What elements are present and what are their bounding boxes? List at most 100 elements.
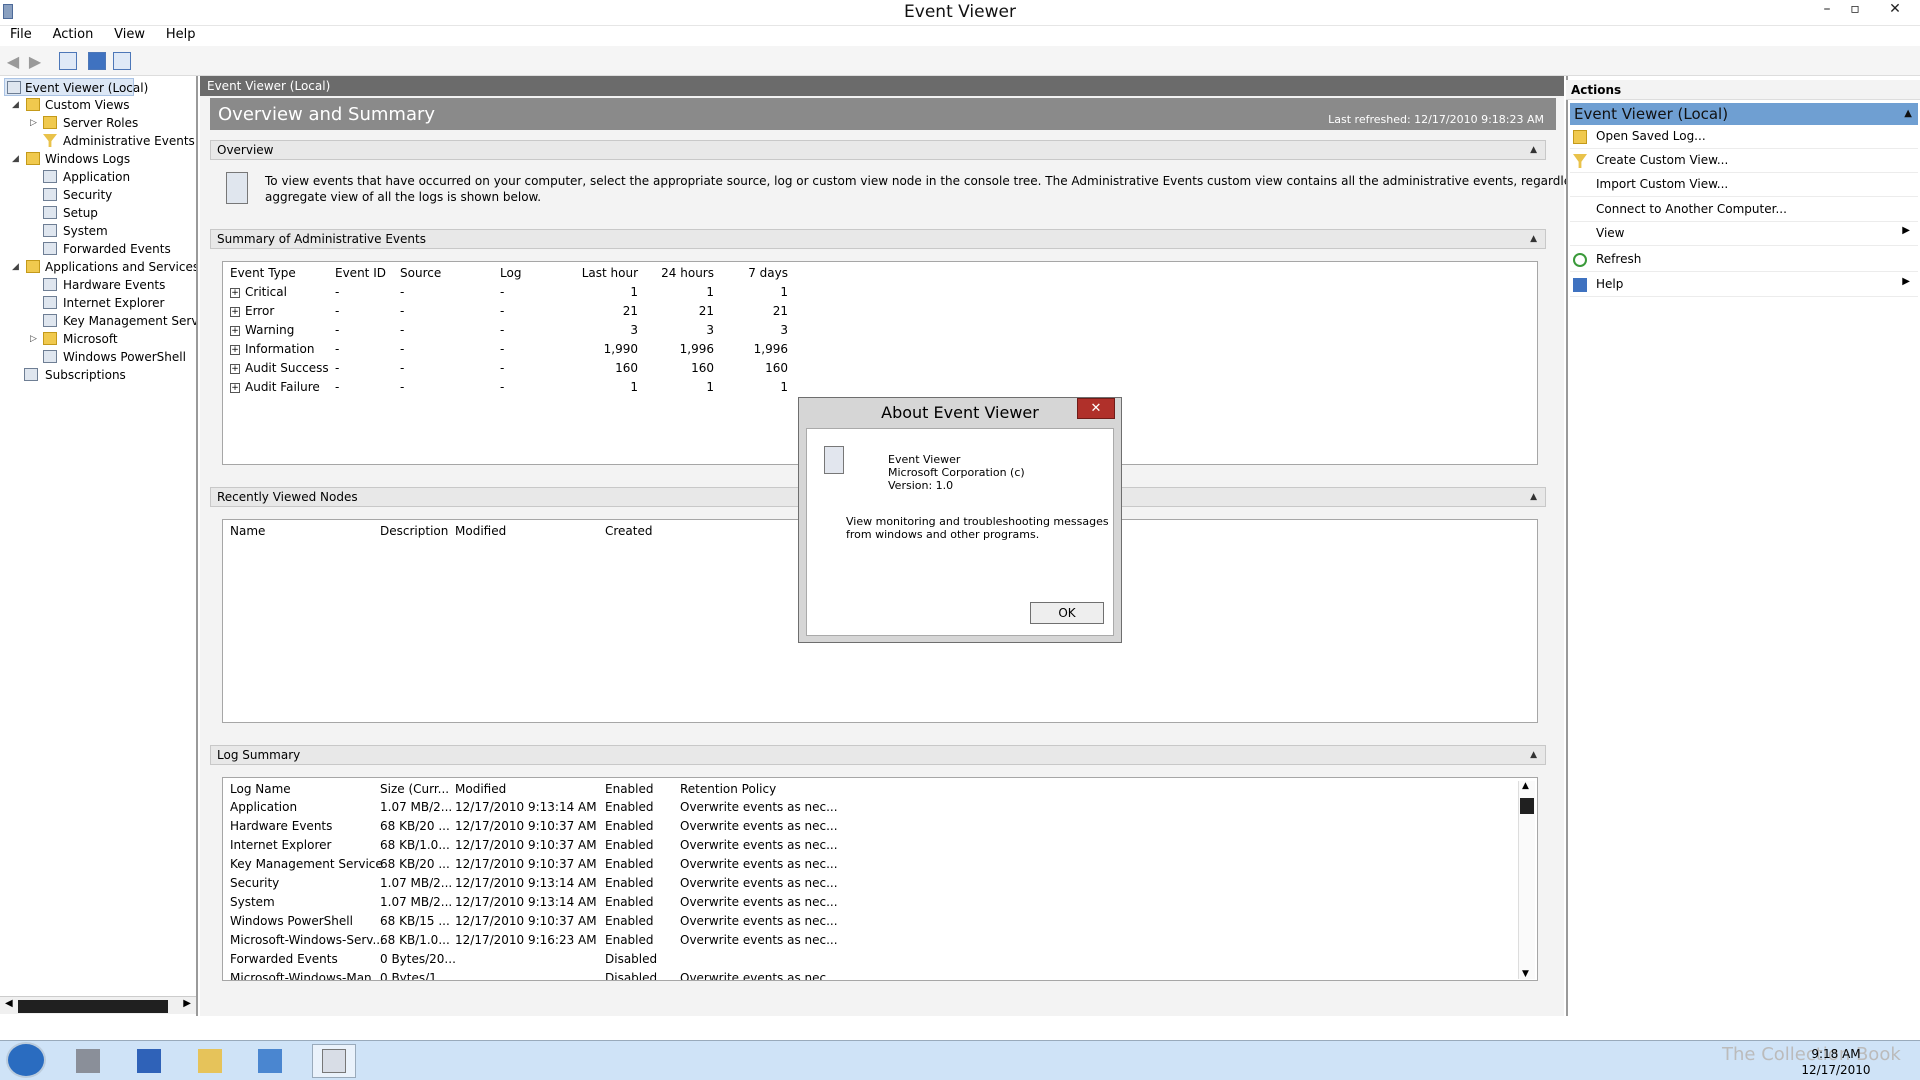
column-header-modified[interactable]: Modified bbox=[455, 523, 506, 539]
back-button[interactable]: ◀ bbox=[3, 51, 23, 71]
menu-action[interactable]: Action bbox=[46, 26, 101, 43]
summary-row-event-type[interactable]: + Audit Failure bbox=[230, 379, 320, 395]
expand-row-icon[interactable]: + bbox=[230, 307, 240, 317]
log-summary-row[interactable]: Windows PowerShell 68 KB/15 ... 12/17/2010… bbox=[222, 912, 1518, 931]
show-hide-action-pane-button[interactable] bbox=[112, 51, 132, 71]
tree-item-internet-explorer[interactable]: Internet Explorer bbox=[0, 294, 196, 312]
action-connect-to-another-computer[interactable]: Connect to Another Computer... bbox=[1570, 198, 1918, 222]
log-summary-row[interactable]: Microsoft-Windows-Serv... 68 KB/1.0... 12/… bbox=[222, 931, 1518, 950]
scroll-down-arrow-icon[interactable]: ▼ bbox=[1522, 969, 1529, 979]
summary-section-header[interactable]: Summary of Administrative Events ▲ bbox=[210, 229, 1546, 249]
column-header-log[interactable]: Log bbox=[500, 265, 521, 281]
overview-section-header[interactable]: Overview ▲ bbox=[210, 140, 1546, 160]
column-header-log-name[interactable]: Log Name bbox=[230, 781, 291, 797]
taskbar-powershell[interactable] bbox=[127, 1044, 171, 1078]
log-summary-row[interactable]: Security 1.07 MB/2... 12/17/2010 9:13:14 A… bbox=[222, 874, 1518, 893]
maximize-button[interactable]: ▫ bbox=[1842, 0, 1868, 20]
expand-row-icon[interactable]: + bbox=[230, 383, 240, 393]
tree-scroll-thumb[interactable] bbox=[18, 1000, 168, 1013]
minimize-button[interactable]: – bbox=[1814, 0, 1840, 20]
log-summary-row[interactable]: Application 1.07 MB/2... 12/17/2010 9:13:1… bbox=[222, 798, 1518, 817]
column-header-7-days[interactable]: 7 days bbox=[720, 265, 788, 281]
expand-row-icon[interactable]: + bbox=[230, 364, 240, 374]
log-summary-row[interactable]: Key Management Service 68 KB/20 ... 12/17/… bbox=[222, 855, 1518, 874]
column-header-source[interactable]: Source bbox=[400, 265, 441, 281]
scroll-left-arrow-icon[interactable]: ◀ bbox=[5, 998, 13, 1009]
column-header-event-type[interactable]: Event Type bbox=[230, 265, 296, 281]
collapse-section-icon[interactable]: ▲ bbox=[1530, 746, 1537, 764]
tree-item-security[interactable]: Security bbox=[0, 186, 196, 204]
column-header-description[interactable]: Description bbox=[380, 523, 448, 539]
scroll-right-arrow-icon[interactable]: ▶ bbox=[183, 998, 191, 1009]
summary-row-event-type[interactable]: + Error bbox=[230, 303, 274, 319]
action-view[interactable]: View ▶ bbox=[1570, 222, 1918, 246]
collapse-arrow-icon[interactable]: ◢ bbox=[12, 258, 19, 276]
start-button[interactable] bbox=[6, 1042, 46, 1078]
tree-item-administrative-events[interactable]: Administrative Events bbox=[0, 132, 196, 150]
log-summary-section-header[interactable]: Log Summary ▲ bbox=[210, 745, 1546, 765]
tree-item-system[interactable]: System bbox=[0, 222, 196, 240]
tree-item-key-management-service[interactable]: Key Management Service bbox=[0, 312, 196, 330]
menu-file[interactable]: File bbox=[3, 26, 39, 43]
collapse-section-icon[interactable]: ▲ bbox=[1530, 488, 1537, 506]
tree-item-application[interactable]: Application bbox=[0, 168, 196, 186]
tree-item-windows-logs[interactable]: ◢ Windows Logs bbox=[0, 150, 196, 168]
log-summary-row[interactable]: Hardware Events 68 KB/20 ... 12/17/2010 9:… bbox=[222, 817, 1518, 836]
summary-row-event-type[interactable]: + Audit Success bbox=[230, 360, 329, 376]
column-header-retention-policy[interactable]: Retention Policy bbox=[680, 781, 776, 797]
clock[interactable]: 9:18 AM 12/17/2010 bbox=[1800, 1046, 1872, 1078]
close-button[interactable]: ✕ bbox=[1882, 0, 1908, 20]
action-refresh[interactable]: Refresh bbox=[1570, 248, 1918, 272]
column-header-size[interactable]: Size (Curr... bbox=[380, 781, 449, 797]
taskbar-event-viewer[interactable] bbox=[312, 1044, 356, 1078]
action-import-custom-view[interactable]: Import Custom View... bbox=[1570, 173, 1918, 197]
expand-row-icon[interactable]: + bbox=[230, 288, 240, 298]
ok-button[interactable]: OK bbox=[1030, 602, 1104, 624]
column-header-name[interactable]: Name bbox=[230, 523, 265, 539]
column-header-created[interactable]: Created bbox=[605, 523, 653, 539]
tree-item-setup[interactable]: Setup bbox=[0, 204, 196, 222]
action-help[interactable]: Help ▶ bbox=[1570, 273, 1918, 297]
menu-view[interactable]: View bbox=[107, 26, 152, 43]
summary-row-event-type[interactable]: + Warning bbox=[230, 322, 294, 338]
tree-item-root[interactable]: Event Viewer (Local) bbox=[4, 78, 148, 96]
show-hide-console-tree-button[interactable] bbox=[58, 51, 78, 71]
expand-arrow-icon[interactable]: ▷ bbox=[30, 114, 37, 132]
menu-help[interactable]: Help bbox=[159, 26, 203, 43]
expand-row-icon[interactable]: + bbox=[230, 345, 240, 355]
summary-row-event-type[interactable]: + Critical bbox=[230, 284, 287, 300]
column-header-24-hours[interactable]: 24 hours bbox=[640, 265, 714, 281]
action-open-saved-log[interactable]: Open Saved Log... bbox=[1570, 125, 1918, 149]
taskbar-server-manager[interactable] bbox=[66, 1044, 110, 1078]
dialog-close-button[interactable]: ✕ bbox=[1077, 398, 1115, 419]
log-summary-scroll-thumb[interactable] bbox=[1520, 798, 1534, 814]
log-summary-row[interactable]: System 1.07 MB/2... 12/17/2010 9:13:14 AM E… bbox=[222, 893, 1518, 912]
column-header-enabled[interactable]: Enabled bbox=[605, 781, 654, 797]
summary-row-event-type[interactable]: + Information bbox=[230, 341, 314, 357]
column-header-event-id[interactable]: Event ID bbox=[335, 265, 386, 281]
column-header-modified[interactable]: Modified bbox=[455, 781, 506, 797]
actions-section-header[interactable]: Event Viewer (Local) ▲ bbox=[1570, 103, 1918, 125]
log-summary-row[interactable]: Microsoft-Windows-Man... 0 Bytes/1... Disa… bbox=[222, 969, 1518, 980]
tree-item-hardware-events[interactable]: Hardware Events bbox=[0, 276, 196, 294]
collapse-section-icon[interactable]: ▲ bbox=[1904, 103, 1912, 125]
tree-item-server-roles[interactable]: ▷ Server Roles bbox=[0, 114, 196, 132]
action-create-custom-view[interactable]: Create Custom View... bbox=[1570, 149, 1918, 173]
forward-button[interactable]: ▶ bbox=[25, 51, 45, 71]
column-header-last-hour[interactable]: Last hour bbox=[560, 265, 638, 281]
tree-item-subscriptions[interactable]: Subscriptions bbox=[0, 366, 196, 384]
tree-item-forwarded-events[interactable]: Forwarded Events bbox=[0, 240, 196, 258]
expand-row-icon[interactable]: + bbox=[230, 326, 240, 336]
collapse-section-icon[interactable]: ▲ bbox=[1530, 141, 1537, 159]
collapse-arrow-icon[interactable]: ◢ bbox=[12, 96, 19, 114]
tree-item-apps-services[interactable]: ◢ Applications and Services Lo bbox=[0, 258, 196, 276]
log-summary-row[interactable]: Forwarded Events 0 Bytes/20... Disabled bbox=[222, 950, 1518, 969]
collapse-section-icon[interactable]: ▲ bbox=[1530, 230, 1537, 248]
tree-item-microsoft[interactable]: ▷ Microsoft bbox=[0, 330, 196, 348]
taskbar-explorer[interactable] bbox=[188, 1044, 232, 1078]
expand-arrow-icon[interactable]: ▷ bbox=[30, 330, 37, 348]
scroll-up-arrow-icon[interactable]: ▲ bbox=[1522, 781, 1529, 791]
help-toolbar-button[interactable] bbox=[87, 51, 107, 71]
taskbar-control-panel[interactable] bbox=[248, 1044, 292, 1078]
tree-item-custom-views[interactable]: ◢ Custom Views bbox=[0, 96, 196, 114]
